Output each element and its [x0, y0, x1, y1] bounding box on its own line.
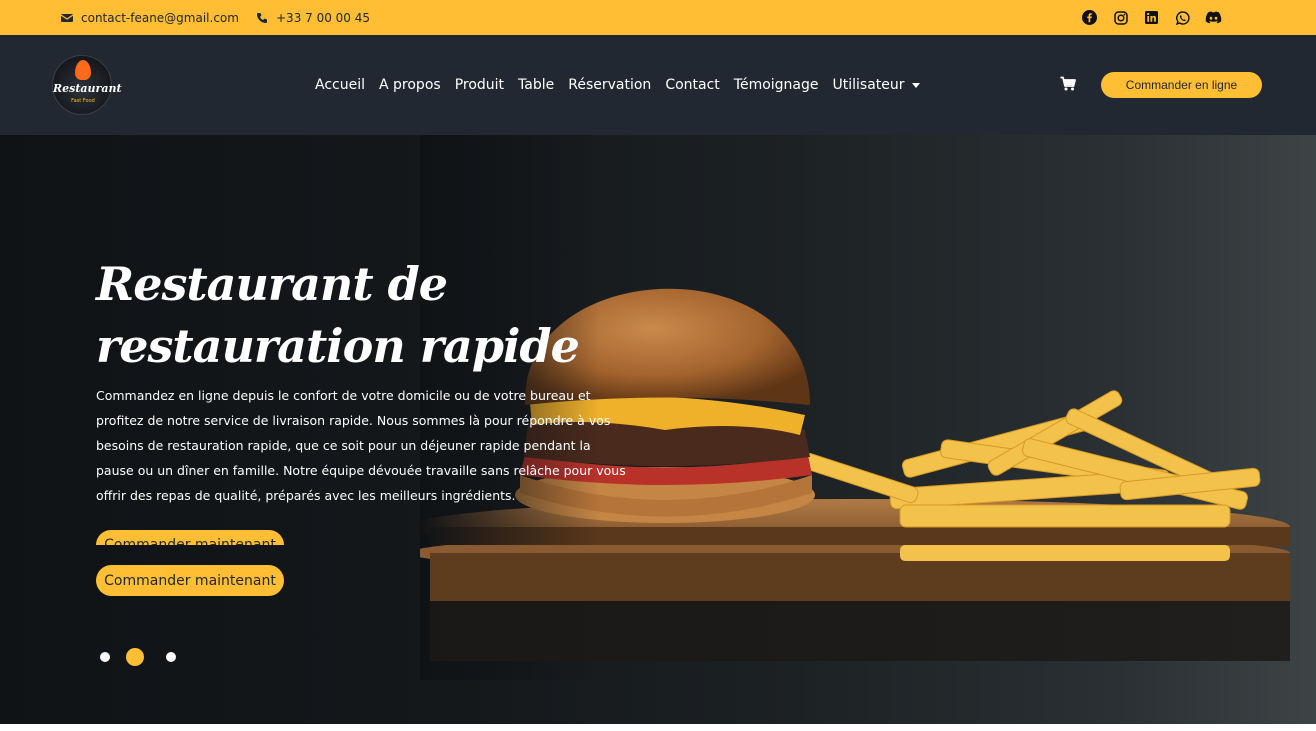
slide-indicator-3[interactable]: [166, 652, 176, 662]
facebook-icon[interactable]: [1081, 9, 1098, 26]
main-header: Restaurant Fast Food Accueil A propos Pr…: [0, 35, 1316, 135]
nav-utilisateur-dropdown[interactable]: Utilisateur: [833, 77, 920, 93]
hero-title: Restaurant de restauration rapide: [96, 257, 580, 373]
phone-contact[interactable]: +33 7 00 00 45: [256, 0, 370, 35]
linkedin-icon[interactable]: [1143, 9, 1160, 26]
top-bar: contact-feane@gmail.com +33 7 00 00 45: [0, 0, 1316, 35]
nav-accueil[interactable]: Accueil: [315, 77, 365, 93]
hero-description: Commandez en ligne depuis le confort de …: [96, 388, 626, 503]
email-contact[interactable]: contact-feane@gmail.com: [61, 0, 239, 35]
order-online-button[interactable]: Commander en ligne: [1101, 72, 1262, 98]
whatsapp-icon[interactable]: [1174, 9, 1191, 26]
social-links: [1081, 0, 1222, 35]
nav-produit[interactable]: Produit: [455, 77, 504, 93]
logo-word: Restaurant: [53, 82, 122, 95]
logo-sub: Fast Food: [71, 98, 95, 104]
restaurant-logo[interactable]: Restaurant Fast Food: [52, 55, 122, 115]
email-text: contact-feane@gmail.com: [81, 10, 239, 25]
instagram-icon[interactable]: [1112, 9, 1129, 26]
board-reflection-image: [420, 545, 1290, 661]
nav-temoignage[interactable]: Témoignage: [734, 77, 819, 93]
flame-icon: [75, 60, 91, 80]
nav-a-propos[interactable]: A propos: [379, 77, 441, 93]
envelope-icon: [61, 13, 73, 22]
nav-reservation[interactable]: Réservation: [568, 77, 651, 93]
slider-indicators: [100, 648, 196, 666]
nav-utilisateur-label: Utilisateur: [832, 77, 905, 93]
phone-text: +33 7 00 00 45: [276, 10, 371, 25]
slide-indicator-2[interactable]: [126, 648, 144, 666]
cart-icon[interactable]: [1060, 76, 1076, 92]
discord-icon[interactable]: [1205, 9, 1222, 26]
nav-contact[interactable]: Contact: [665, 77, 719, 93]
nav-table[interactable]: Table: [518, 77, 554, 93]
order-now-button-ghost: Commander maintenant: [96, 530, 284, 545]
slide-indicator-1[interactable]: [100, 652, 110, 662]
phone-icon: [257, 12, 267, 23]
main-nav: Accueil A propos Produit Table Réservati…: [315, 70, 934, 100]
caret-down-icon: [911, 82, 920, 88]
hero-slider: Restaurant de restauration rapide Comman…: [0, 135, 1316, 724]
order-now-button[interactable]: Commander maintenant: [96, 565, 284, 596]
